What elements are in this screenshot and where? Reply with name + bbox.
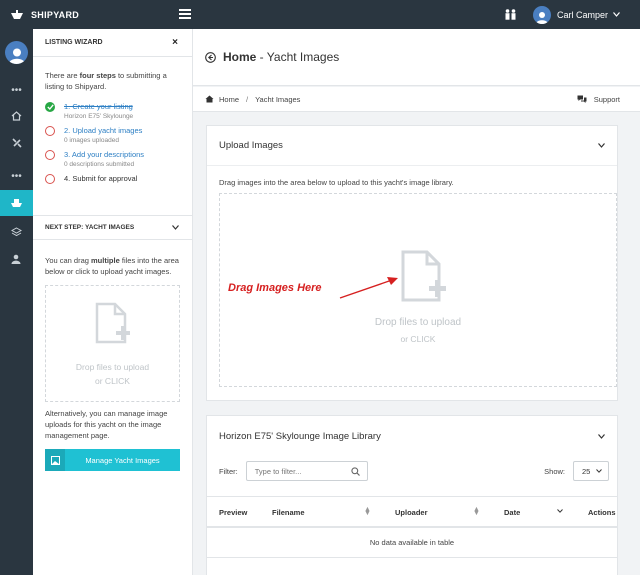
- show-label: Show:: [544, 466, 565, 476]
- step-1[interactable]: 1. Create your listing Horizon E75' Skylo…: [45, 101, 180, 121]
- wizard-header: LISTING WIZARD ×: [33, 29, 192, 57]
- home-icon[interactable]: [205, 95, 214, 103]
- more-dots-icon[interactable]: •••: [0, 163, 33, 189]
- column-date[interactable]: Date: [504, 497, 520, 527]
- page-size-select[interactable]: 25: [573, 461, 609, 481]
- step-title[interactable]: 3. Add your descriptions: [64, 149, 144, 160]
- library-card-header[interactable]: Horizon E75' Skylounge Image Library: [207, 416, 617, 456]
- drag-instructions: You can drag multiple files into the are…: [45, 256, 179, 276]
- column-actions: Actions: [588, 507, 616, 517]
- upload-images-card: Upload Images Drag images into the area …: [206, 125, 618, 401]
- step-subtitle: 0 images uploaded: [64, 137, 119, 144]
- step-3[interactable]: 3. Add your descriptions 0 descriptions s…: [45, 149, 180, 169]
- breadcrumb: Home / Yacht Images Support: [193, 87, 640, 112]
- breadcrumb-separator: /: [246, 94, 249, 104]
- upload-description: Drag images into the area below to uploa…: [219, 178, 454, 187]
- more-dots-icon[interactable]: •••: [0, 77, 33, 103]
- image-icon: [45, 449, 65, 471]
- button-label: Manage Yacht Images: [85, 455, 160, 465]
- menu-toggle-icon[interactable]: [179, 9, 191, 20]
- top-bar: SHIPYARD Carl Camper: [0, 0, 640, 29]
- breadcrumb-current: Yacht Images: [255, 94, 301, 104]
- step-title[interactable]: 2. Upload yacht images: [64, 125, 142, 136]
- image-library-card: Horizon E75' Skylounge Image Library Fil…: [206, 415, 618, 575]
- back-arrow-icon[interactable]: [205, 51, 216, 63]
- empty-circle-icon: [45, 174, 55, 184]
- breadcrumb-home[interactable]: Home: [219, 95, 239, 104]
- empty-circle-icon: [45, 126, 55, 136]
- home-icon[interactable]: [0, 103, 33, 129]
- sort-icon[interactable]: ▲ ▼: [473, 506, 480, 517]
- chevron-down-icon[interactable]: [613, 12, 620, 17]
- sort-desc-icon[interactable]: [557, 509, 563, 513]
- tools-icon[interactable]: [0, 130, 33, 156]
- drag-annotation: Drag Images Here: [228, 282, 322, 294]
- user-manage-icon[interactable]: [0, 246, 33, 272]
- alt-instructions: Alternatively, you can manage image uplo…: [45, 409, 168, 440]
- wizard-steps: 1. Create your listing Horizon E75' Skylo…: [33, 92, 192, 184]
- click-text: or CLICK: [95, 376, 130, 386]
- user-name[interactable]: Carl Camper: [557, 10, 608, 20]
- layers-icon[interactable]: [0, 219, 33, 245]
- listing-wizard-panel: LISTING WIZARD × There are four steps to…: [33, 29, 193, 575]
- step-4: 4. Submit for approval: [45, 173, 180, 184]
- click-text: or CLICK: [400, 334, 436, 344]
- icon-sidebar: ••• •••: [0, 29, 33, 575]
- chevron-down-icon[interactable]: [598, 433, 605, 439]
- close-icon[interactable]: ×: [172, 37, 178, 48]
- ship-logo-icon: [11, 9, 23, 19]
- library-card-title: Horizon E75' Skylounge Image Library: [219, 430, 381, 442]
- drop-text: Drop files to upload: [374, 317, 462, 328]
- drop-text: Drop files to upload: [75, 362, 150, 372]
- chevron-down-icon[interactable]: [172, 225, 179, 230]
- main-content: Home - Yacht Images Home / Yacht Images …: [193, 29, 640, 575]
- user-icon: [8, 48, 25, 64]
- chevron-down-icon[interactable]: [598, 143, 605, 148]
- step-title: 4. Submit for approval: [64, 174, 138, 183]
- brand-logo[interactable]: SHIPYARD: [0, 9, 170, 20]
- column-filename[interactable]: Filename: [272, 497, 305, 527]
- column-uploader[interactable]: Uploader: [395, 497, 428, 527]
- wizard-dropzone[interactable]: Drop files to upload or CLICK: [45, 285, 180, 402]
- upload-card-title: Upload Images: [219, 140, 283, 151]
- next-step-header[interactable]: NEXT STEP: YACHT IMAGES: [33, 215, 193, 240]
- step-subtitle: 0 descriptions submitted: [64, 161, 135, 168]
- table-header: Preview Filename ▲ ▼ Uploader ▲ ▼ Date Act…: [207, 496, 617, 528]
- rail-avatar[interactable]: [5, 41, 28, 64]
- table-empty-row: No data available in table: [207, 528, 617, 558]
- sort-icon[interactable]: ▲ ▼: [364, 506, 371, 517]
- file-add-icon: [401, 250, 446, 302]
- manage-yacht-images-button[interactable]: Manage Yacht Images: [45, 449, 180, 471]
- step-2[interactable]: 2. Upload yacht images 0 images uploaded: [45, 125, 180, 145]
- brand-name: SHIPYARD: [31, 9, 80, 20]
- page-title: Home - Yacht Images: [223, 50, 340, 64]
- empty-circle-icon: [45, 150, 55, 160]
- table-controls: Filter: Type to filter... Show: 25: [219, 458, 609, 484]
- next-step-title: NEXT STEP: YACHT IMAGES: [45, 224, 135, 231]
- column-preview: Preview: [219, 507, 248, 517]
- people-icon[interactable]: [504, 9, 517, 20]
- step-subtitle: Horizon E75' Skylounge: [64, 113, 134, 120]
- support-icon: [577, 95, 587, 103]
- wizard-intro: There are four steps to submitting a lis…: [45, 71, 167, 91]
- yacht-icon[interactable]: [0, 190, 33, 216]
- support-link[interactable]: Support: [577, 87, 620, 112]
- page-header: Home - Yacht Images: [193, 29, 640, 86]
- search-icon: [351, 466, 360, 476]
- upload-card-header[interactable]: Upload Images: [207, 126, 617, 166]
- avatar[interactable]: [532, 5, 551, 24]
- red-arrow-icon: [339, 277, 398, 299]
- user-icon: [535, 11, 548, 24]
- wizard-title: LISTING WIZARD: [45, 39, 103, 46]
- filter-placeholder: Type to filter...: [254, 466, 302, 476]
- check-circle-icon: [45, 102, 55, 112]
- upload-dropzone[interactable]: Drag Images Here Drop files to upload or…: [219, 193, 617, 387]
- filter-input[interactable]: Type to filter...: [245, 461, 368, 481]
- filter-label: Filter:: [219, 466, 238, 476]
- chevron-down-icon: [596, 469, 602, 473]
- file-add-icon: [95, 302, 130, 344]
- step-title[interactable]: 1. Create your listing: [64, 101, 133, 112]
